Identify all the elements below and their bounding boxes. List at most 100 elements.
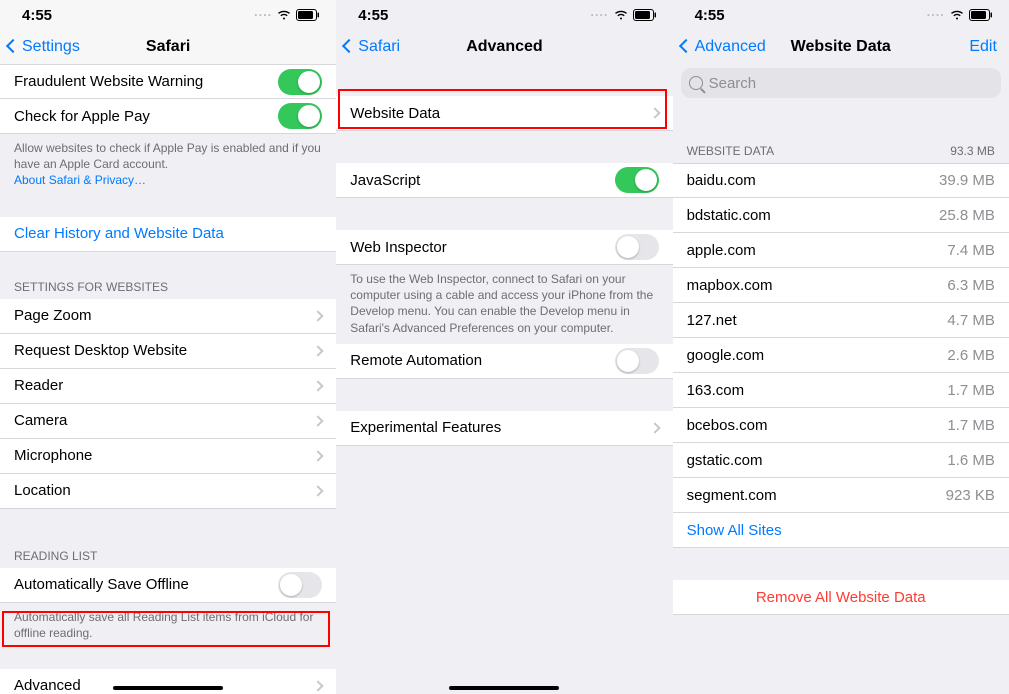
wifi-icon bbox=[949, 9, 965, 21]
row-web-inspector[interactable]: Web Inspector bbox=[336, 230, 672, 265]
battery-icon bbox=[969, 9, 993, 21]
row-check-applepay[interactable]: Check for Apple Pay bbox=[0, 99, 336, 134]
status-bar: 4:55 .... bbox=[673, 0, 1009, 30]
status-icons: .... bbox=[254, 8, 320, 22]
row-label: Web Inspector bbox=[350, 239, 614, 256]
content: WEBSITE DATA 93.3 MB baidu.com 39.9 MB bds… bbox=[673, 104, 1009, 694]
row-fraudulent-warning[interactable]: Fraudulent Website Warning bbox=[0, 64, 336, 99]
site-row[interactable]: segment.com 923 KB bbox=[673, 478, 1009, 513]
header-reading-list: READING LIST bbox=[0, 541, 336, 568]
site-row[interactable]: apple.com7.4 MB bbox=[673, 233, 1009, 268]
wifi-icon bbox=[613, 9, 629, 21]
status-icons: .... bbox=[927, 8, 993, 22]
row-remove-all[interactable]: Remove All Website Data bbox=[673, 580, 1009, 615]
cell-signal-icon: .... bbox=[254, 5, 272, 19]
site-size: 1.7 MB bbox=[947, 417, 995, 434]
status-time: 4:55 bbox=[695, 7, 725, 24]
row-reader[interactable]: Reader bbox=[0, 369, 336, 404]
chevron-right-icon bbox=[649, 107, 660, 118]
row-auto-save-offline[interactable]: Automatically Save Offline bbox=[0, 568, 336, 603]
row-label: Camera bbox=[14, 412, 306, 429]
chevron-left-icon bbox=[344, 38, 356, 56]
site-row[interactable]: 163.com1.7 MB bbox=[673, 373, 1009, 408]
site-name: baidu.com bbox=[687, 172, 931, 189]
row-show-all-sites[interactable]: Show All Sites bbox=[673, 513, 1009, 548]
row-label: Microphone bbox=[14, 447, 306, 464]
toggle-auto-save[interactable] bbox=[278, 572, 322, 598]
site-name: bcebos.com bbox=[687, 417, 940, 434]
header-website-data: WEBSITE DATA 93.3 MB bbox=[673, 136, 1009, 163]
site-row[interactable]: mapbox.com6.3 MB bbox=[673, 268, 1009, 303]
row-advanced[interactable]: Advanced bbox=[0, 669, 336, 694]
header-total: 93.3 MB bbox=[950, 144, 995, 158]
home-indicator bbox=[113, 686, 223, 690]
footer-text: Allow websites to check if Apple Pay is … bbox=[14, 141, 321, 171]
site-row[interactable]: 127.net4.7 MB bbox=[673, 303, 1009, 338]
site-name: bdstatic.com bbox=[687, 207, 931, 224]
nav-bar: Settings Safari bbox=[0, 30, 336, 64]
home-indicator bbox=[449, 686, 559, 690]
site-size: 7.4 MB bbox=[947, 242, 995, 259]
row-remote-automation[interactable]: Remote Automation bbox=[336, 344, 672, 379]
wifi-icon bbox=[276, 9, 292, 21]
chevron-right-icon bbox=[313, 680, 324, 691]
chevron-right-icon bbox=[313, 450, 324, 461]
site-size: 923 KB bbox=[946, 487, 995, 504]
site-row[interactable]: gstatic.com 1.6 MB bbox=[673, 443, 1009, 478]
row-experimental-features[interactable]: Experimental Features bbox=[336, 411, 672, 446]
footer-applepay: Allow websites to check if Apple Pay is … bbox=[0, 134, 336, 197]
row-label: Page Zoom bbox=[14, 307, 306, 324]
chevron-right-icon bbox=[313, 415, 324, 426]
search-input[interactable]: Search bbox=[681, 68, 1001, 98]
toggle-applepay[interactable] bbox=[278, 103, 322, 129]
edit-button[interactable]: Edit bbox=[969, 38, 997, 56]
content: Website Data JavaScript Web Inspector To… bbox=[336, 64, 672, 694]
about-safari-privacy-link[interactable]: About Safari & Privacy… bbox=[14, 172, 322, 188]
screen-website-data: 4:55 .... Advanced Website Data Edit Sea… bbox=[673, 0, 1009, 694]
toggle-remote-automation[interactable] bbox=[615, 348, 659, 374]
toggle-web-inspector[interactable] bbox=[615, 234, 659, 260]
toggle-javascript[interactable] bbox=[615, 167, 659, 193]
nav-bar: Advanced Website Data Edit bbox=[673, 30, 1009, 64]
row-website-data[interactable]: Website Data bbox=[336, 96, 672, 131]
row-location[interactable]: Location bbox=[0, 474, 336, 509]
site-name: google.com bbox=[687, 347, 940, 364]
site-row[interactable]: google.com2.6 MB bbox=[673, 338, 1009, 373]
status-time: 4:55 bbox=[358, 7, 388, 24]
row-camera[interactable]: Camera bbox=[0, 404, 336, 439]
search-wrap: Search bbox=[673, 64, 1009, 104]
back-button[interactable]: Advanced bbox=[681, 38, 766, 56]
screen-advanced: 4:55 .... Safari Advanced Website Data J… bbox=[336, 0, 672, 694]
battery-icon bbox=[633, 9, 657, 21]
site-size: 1.7 MB bbox=[947, 382, 995, 399]
site-row[interactable]: bdstatic.com25.8 MB bbox=[673, 198, 1009, 233]
row-label: Experimental Features bbox=[350, 419, 642, 436]
footer-web-inspector: To use the Web Inspector, connect to Saf… bbox=[336, 265, 672, 344]
site-size: 1.6 MB bbox=[947, 452, 995, 469]
row-label: Location bbox=[14, 482, 306, 499]
row-request-desktop[interactable]: Request Desktop Website bbox=[0, 334, 336, 369]
row-label: Remote Automation bbox=[350, 352, 614, 369]
toggle-fraudulent[interactable] bbox=[278, 69, 322, 95]
site-row[interactable]: bcebos.com 1.7 MB bbox=[673, 408, 1009, 443]
back-button[interactable]: Safari bbox=[344, 38, 400, 56]
chevron-right-icon bbox=[313, 380, 324, 391]
row-label: Request Desktop Website bbox=[14, 342, 306, 359]
row-microphone[interactable]: Microphone bbox=[0, 439, 336, 474]
site-size: 39.9 MB bbox=[939, 172, 995, 189]
back-button[interactable]: Settings bbox=[8, 38, 80, 56]
row-page-zoom[interactable]: Page Zoom bbox=[0, 299, 336, 334]
chevron-right-icon bbox=[313, 345, 324, 356]
site-name: segment.com bbox=[687, 487, 938, 504]
header-settings-websites: SETTINGS FOR WEBSITES bbox=[0, 272, 336, 299]
site-row[interactable]: baidu.com 39.9 MB bbox=[673, 163, 1009, 198]
back-label: Advanced bbox=[695, 38, 766, 56]
row-label: Automatically Save Offline bbox=[14, 576, 278, 593]
site-name: gstatic.com bbox=[687, 452, 940, 469]
row-clear-history[interactable]: Clear History and Website Data bbox=[0, 217, 336, 252]
row-label: Remove All Website Data bbox=[756, 589, 926, 606]
row-label: Check for Apple Pay bbox=[14, 108, 278, 125]
row-javascript[interactable]: JavaScript bbox=[336, 163, 672, 198]
row-label: Reader bbox=[14, 377, 306, 394]
site-name: 127.net bbox=[687, 312, 940, 329]
